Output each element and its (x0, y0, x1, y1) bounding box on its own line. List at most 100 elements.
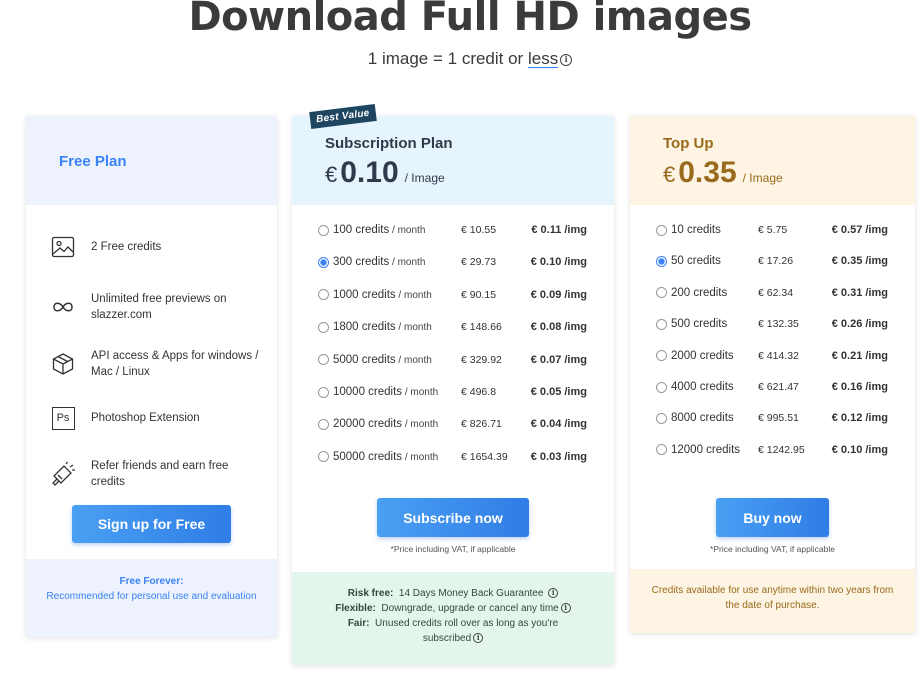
option-radio[interactable] (656, 255, 667, 267)
option-row[interactable]: 8000 credits € 995.51 € 0.12 /img (630, 408, 915, 428)
guarantee-text: Unused credits roll over as long as you'… (375, 618, 559, 644)
option-total-price: € 1242.95 (758, 443, 805, 456)
option-credits: 500 credits (671, 318, 728, 331)
option-price-per-image: € 0.08 /img (530, 321, 587, 334)
vat-note: *Price including VAT, if applicable (390, 544, 516, 554)
option-total-price: € 496.8 (461, 386, 497, 398)
feature-text: Photoshop Extension (91, 412, 200, 424)
option-credits: 12000 credits (671, 443, 741, 456)
option-row[interactable]: 500 credits € 132.35 € 0.26 /img (630, 314, 915, 334)
feature-unlimited-previews: Unlimited free previews on slazzer.com (50, 291, 260, 323)
option-credits: 50 credits (671, 255, 721, 268)
option-radio[interactable] (318, 386, 329, 398)
info-icon[interactable]: i (473, 633, 484, 644)
feature-text: API access & Apps for windows / Mac / Li… (91, 350, 259, 378)
guarantee-label: Risk free: (347, 588, 394, 599)
option-row[interactable]: 20000 credits / month € 826.71 € 0.04 /img (292, 414, 614, 434)
less-link[interactable]: less (528, 49, 558, 68)
option-row[interactable]: 100 credits / month € 10.55 € 0.11 /img (292, 220, 614, 240)
guarantee-fair: Fair: Unused credits roll over as long a… (304, 616, 602, 646)
option-radio[interactable] (318, 354, 329, 366)
option-row[interactable]: 2000 credits € 414.32 € 0.21 /img (630, 346, 915, 366)
option-credits: 2000 credits (671, 349, 734, 362)
option-row[interactable]: 300 credits / month € 29.73 € 0.10 /img (292, 252, 614, 272)
top-up-header: Top Up €0.35 / Image (630, 116, 915, 205)
option-total-price: € 995.51 (758, 412, 799, 425)
option-total-price: € 17.26 (758, 255, 794, 268)
option-row[interactable]: 5000 credits / month € 329.92 € 0.07 /img (292, 350, 614, 370)
photoshop-icon: Ps (50, 405, 76, 431)
info-icon[interactable]: i (560, 603, 571, 614)
price-amount: 0.35 (678, 156, 737, 189)
infinity-icon (50, 294, 76, 320)
cube-icon (50, 351, 76, 377)
option-credits: 4000 credits (671, 381, 734, 393)
option-total-price: € 90.15 (461, 288, 497, 301)
option-radio[interactable] (656, 350, 667, 362)
option-total-price: € 132.35 (758, 318, 799, 331)
option-radio[interactable] (656, 318, 667, 330)
option-price-per-image: € 0.10 /img (831, 443, 888, 456)
option-total-price: € 5.75 (758, 224, 788, 236)
option-radio[interactable] (656, 444, 667, 456)
top-up-title: Top Up (663, 135, 714, 152)
top-up-price: €0.35 / Image (663, 156, 783, 190)
option-row[interactable]: 50 credits € 17.26 € 0.35 /img (630, 251, 915, 271)
guarantee-text: Downgrade, upgrade or cancel any time (381, 603, 559, 614)
option-credits: 1800 credits / month (333, 321, 432, 334)
option-credits: 200 credits (671, 286, 728, 299)
option-month-suffix: / month (389, 225, 426, 236)
option-row[interactable]: 200 credits € 62.34 € 0.31 /img (630, 283, 915, 303)
option-radio[interactable] (318, 321, 329, 333)
option-total-price: € 621.47 (758, 381, 799, 393)
option-month-suffix: / month (395, 289, 432, 301)
vat-note: *Price including VAT, if applicable (710, 544, 835, 554)
option-radio[interactable] (656, 224, 667, 236)
sign-up-free-button[interactable]: Sign up for Free (72, 505, 231, 543)
option-row[interactable]: 50000 credits / month € 1654.39 € 0.03 /im… (292, 447, 614, 467)
option-row[interactable]: 4000 credits € 621.47 € 0.16 /img (630, 377, 915, 397)
image-icon (50, 234, 76, 260)
option-radio[interactable] (318, 256, 329, 268)
free-plan-footer: Free Forever: Recommended for personal u… (26, 559, 277, 637)
subscribe-now-button[interactable]: Subscribe now (377, 498, 529, 537)
option-total-price: € 62.34 (758, 286, 794, 299)
option-radio[interactable] (318, 289, 329, 301)
option-price-per-image: € 0.11 /img (531, 224, 587, 236)
subscription-plan-title: Subscription Plan (325, 135, 453, 152)
info-icon[interactable]: i (560, 53, 573, 66)
option-price-per-image: € 0.07 /img (530, 353, 587, 366)
option-radio[interactable] (318, 418, 329, 430)
subtitle-text: 1 image = 1 credit or (367, 49, 524, 68)
option-month-suffix: / month (402, 419, 439, 431)
option-row[interactable]: 12000 credits € 1242.95 € 0.10 /img (630, 440, 915, 460)
option-radio[interactable] (656, 381, 667, 393)
megaphone-icon (50, 461, 76, 487)
option-radio[interactable] (656, 287, 667, 299)
info-icon[interactable]: i (548, 588, 559, 599)
option-price-per-image: € 0.05 /img (530, 386, 587, 398)
option-price-per-image: € 0.10 /img (530, 256, 587, 269)
option-price-per-image: € 0.12 /img (831, 412, 888, 425)
option-total-price: € 1654.39 (461, 450, 508, 463)
option-total-price: € 329.92 (461, 353, 502, 366)
option-radio[interactable] (656, 412, 667, 424)
option-price-per-image: € 0.26 /img (831, 318, 888, 331)
guarantee-label: Fair: (347, 618, 370, 629)
option-credits: 100 credits / month (333, 224, 426, 236)
option-radio[interactable] (318, 451, 329, 463)
option-price-per-image: € 0.35 /img (831, 255, 888, 268)
option-row[interactable]: 10 credits € 5.75 € 0.57 /img (630, 220, 915, 240)
feature-api-access: API access & Apps for windows / Mac / Li… (50, 348, 260, 380)
option-row[interactable]: 10000 credits / month € 496.8 € 0.05 /img (292, 382, 614, 402)
option-price-per-image: € 0.09 /img (530, 288, 587, 301)
top-up-footer: Credits available for use anytime within… (630, 569, 915, 633)
buy-now-button[interactable]: Buy now (716, 498, 829, 537)
option-credits: 20000 credits / month (333, 418, 439, 431)
option-row[interactable]: 1800 credits / month € 148.66 € 0.08 /img (292, 317, 614, 337)
free-plan-card: Free Plan 2 Free credits Unlimited free … (26, 116, 277, 637)
option-price-per-image: € 0.31 /img (831, 286, 888, 299)
option-row[interactable]: 1000 credits / month € 90.15 € 0.09 /img (292, 285, 614, 305)
option-radio[interactable] (318, 224, 329, 236)
option-month-suffix: / month (395, 322, 432, 334)
